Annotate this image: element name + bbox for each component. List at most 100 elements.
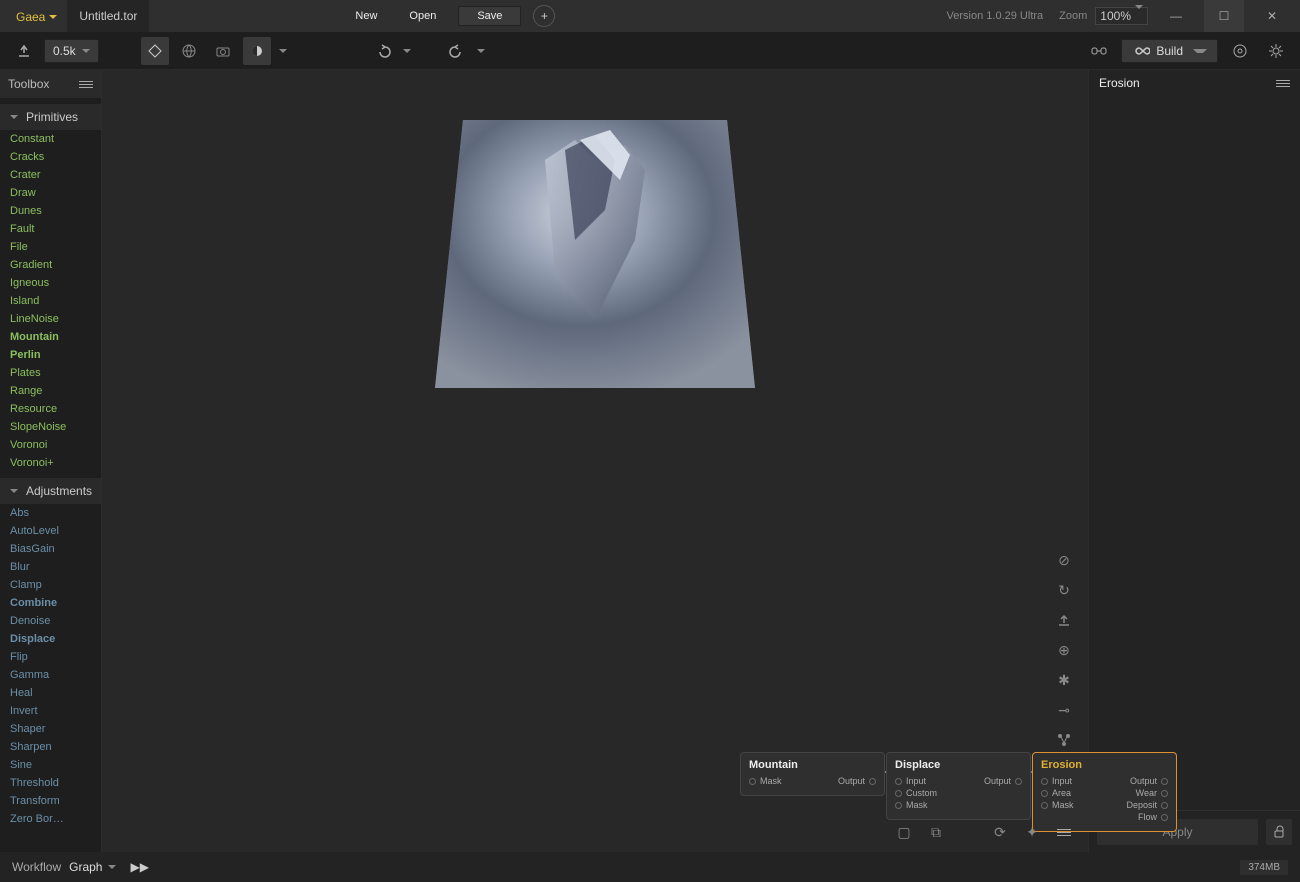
chevron-down-icon[interactable] — [279, 49, 287, 53]
fastforward-icon[interactable]: ▶▶ — [130, 860, 148, 874]
node-fault[interactable]: Fault — [0, 220, 101, 238]
zoom-label: Zoom — [1059, 10, 1087, 22]
properties-panel: Erosion Apply — [1088, 70, 1300, 852]
redo-icon[interactable] — [443, 37, 471, 65]
refresh-icon[interactable]: ↻ — [1054, 580, 1074, 600]
close-button[interactable]: ✕ — [1252, 0, 1292, 32]
minimize-button[interactable]: — — [1156, 0, 1196, 32]
node-slopenoise[interactable]: SlopeNoise — [0, 418, 101, 436]
node-blur[interactable]: Blur — [0, 558, 101, 576]
node-resource[interactable]: Resource — [0, 400, 101, 418]
node-file[interactable]: File — [0, 238, 101, 256]
node-dunes[interactable]: Dunes — [0, 202, 101, 220]
link-icon[interactable] — [1085, 37, 1113, 65]
status-bar: Workflow Graph ▶▶ 374MB — [0, 852, 1300, 882]
chevron-down-icon[interactable] — [1193, 49, 1207, 53]
shade-icon[interactable] — [243, 37, 271, 65]
node-shaper[interactable]: Shaper — [0, 720, 101, 738]
node-gamma[interactable]: Gamma — [0, 666, 101, 684]
save-button[interactable]: Save — [458, 6, 521, 26]
graph-node-displace[interactable]: Displace Input Output Custom Mask — [886, 752, 1031, 820]
upload-icon[interactable] — [1054, 610, 1074, 630]
node-zerobor[interactable]: Zero Bor… — [0, 810, 101, 828]
viewport[interactable]: ⊘ ↻ ⊕ ✱ ⊸ ⤭ Mountain Mask Output Displac… — [102, 70, 1088, 852]
orbit-icon[interactable] — [141, 37, 169, 65]
category-primitives[interactable]: Primitives — [0, 104, 101, 130]
crosshair-icon[interactable]: ⊕ — [1054, 640, 1074, 660]
main-toolbar: 0.5k Build — [0, 32, 1300, 70]
memory-badge: 374MB — [1240, 860, 1288, 875]
chevron-down-icon[interactable] — [108, 865, 116, 869]
title-bar: Gaea Untitled.tor New Open Save + Versio… — [0, 0, 1300, 32]
node-island[interactable]: Island — [0, 292, 101, 310]
node-crater[interactable]: Crater — [0, 166, 101, 184]
chevron-down-icon — [49, 15, 57, 19]
add-button[interactable]: + — [533, 5, 555, 27]
camera-icon[interactable] — [209, 37, 237, 65]
node-range[interactable]: Range — [0, 382, 101, 400]
node-heal[interactable]: Heal — [0, 684, 101, 702]
toolbox-panel: Toolbox Primitives ConstantCracksCraterD… — [0, 70, 102, 852]
maximize-button[interactable]: ☐ — [1204, 0, 1244, 32]
app-brand[interactable]: Gaea — [0, 8, 67, 25]
spark-icon[interactable]: ✦ — [1022, 822, 1042, 842]
zoom-select[interactable]: 100% — [1095, 7, 1148, 25]
sync-icon[interactable]: ⟳ — [990, 822, 1010, 842]
node-threshold[interactable]: Threshold — [0, 774, 101, 792]
target-icon[interactable] — [1226, 37, 1254, 65]
build-button[interactable]: Build — [1121, 39, 1218, 63]
toolbox-header: Toolbox — [0, 70, 101, 98]
menu-icon[interactable] — [1054, 822, 1074, 842]
node-draw[interactable]: Draw — [0, 184, 101, 202]
node-abs[interactable]: Abs — [0, 504, 101, 522]
viewport-panel: ⊘ ↻ ⊕ ✱ ⊸ ⤭ Mountain Mask Output Displac… — [102, 70, 1088, 852]
export-icon[interactable] — [10, 37, 38, 65]
node-cracks[interactable]: Cracks — [0, 148, 101, 166]
category-adjustments[interactable]: Adjustments — [0, 478, 101, 504]
graph-tools: ▢ ⧉ ⟳ ✦ — [894, 822, 1074, 842]
node-igneous[interactable]: Igneous — [0, 274, 101, 292]
node-displace[interactable]: Displace — [0, 630, 101, 648]
workflow-label: Workflow — [12, 860, 61, 874]
gear-icon[interactable] — [1262, 37, 1290, 65]
node-sharpen[interactable]: Sharpen — [0, 738, 101, 756]
node-sine[interactable]: Sine — [0, 756, 101, 774]
node-constant[interactable]: Constant — [0, 130, 101, 148]
node-graph[interactable]: Mountain Mask Output Displace Input Outp… — [102, 682, 1088, 842]
node-perlin[interactable]: Perlin — [0, 346, 101, 364]
undo-icon[interactable] — [369, 37, 397, 65]
open-menu[interactable]: Open — [393, 0, 452, 32]
new-menu[interactable]: New — [339, 0, 393, 32]
node-flip[interactable]: Flip — [0, 648, 101, 666]
resolution-select[interactable]: 0.5k — [44, 39, 99, 63]
node-plates[interactable]: Plates — [0, 364, 101, 382]
terrain-preview — [435, 120, 755, 390]
chevron-down-icon[interactable] — [477, 49, 485, 53]
node-invert[interactable]: Invert — [0, 702, 101, 720]
properties-title: Erosion — [1099, 76, 1140, 90]
frames-icon[interactable]: ⧉ — [926, 822, 946, 842]
node-mountain[interactable]: Mountain — [0, 328, 101, 346]
node-gradient[interactable]: Gradient — [0, 256, 101, 274]
disable-icon[interactable]: ⊘ — [1054, 550, 1074, 570]
frame-icon[interactable]: ▢ — [894, 822, 914, 842]
mode-select[interactable]: Graph — [69, 860, 102, 874]
file-tab[interactable]: Untitled.tor — [67, 0, 149, 32]
node-voronoi[interactable]: Voronoi+ — [0, 454, 101, 472]
node-biasgain[interactable]: BiasGain — [0, 540, 101, 558]
node-clamp[interactable]: Clamp — [0, 576, 101, 594]
infinity-icon — [1132, 45, 1150, 57]
node-voronoi[interactable]: Voronoi — [0, 436, 101, 454]
lock-icon[interactable] — [1266, 819, 1292, 845]
node-autolevel[interactable]: AutoLevel — [0, 522, 101, 540]
node-denoise[interactable]: Denoise — [0, 612, 101, 630]
globe-icon[interactable] — [175, 37, 203, 65]
node-combine[interactable]: Combine — [0, 594, 101, 612]
node-transform[interactable]: Transform — [0, 792, 101, 810]
chevron-down-icon[interactable] — [403, 49, 411, 53]
graph-node-mountain[interactable]: Mountain Mask Output — [740, 752, 885, 796]
node-linenoise[interactable]: LineNoise — [0, 310, 101, 328]
graph-node-erosion[interactable]: Erosion Input Output Area Wear Mask Depo… — [1032, 752, 1177, 832]
menu-icon[interactable] — [79, 81, 93, 88]
menu-icon[interactable] — [1276, 80, 1290, 87]
